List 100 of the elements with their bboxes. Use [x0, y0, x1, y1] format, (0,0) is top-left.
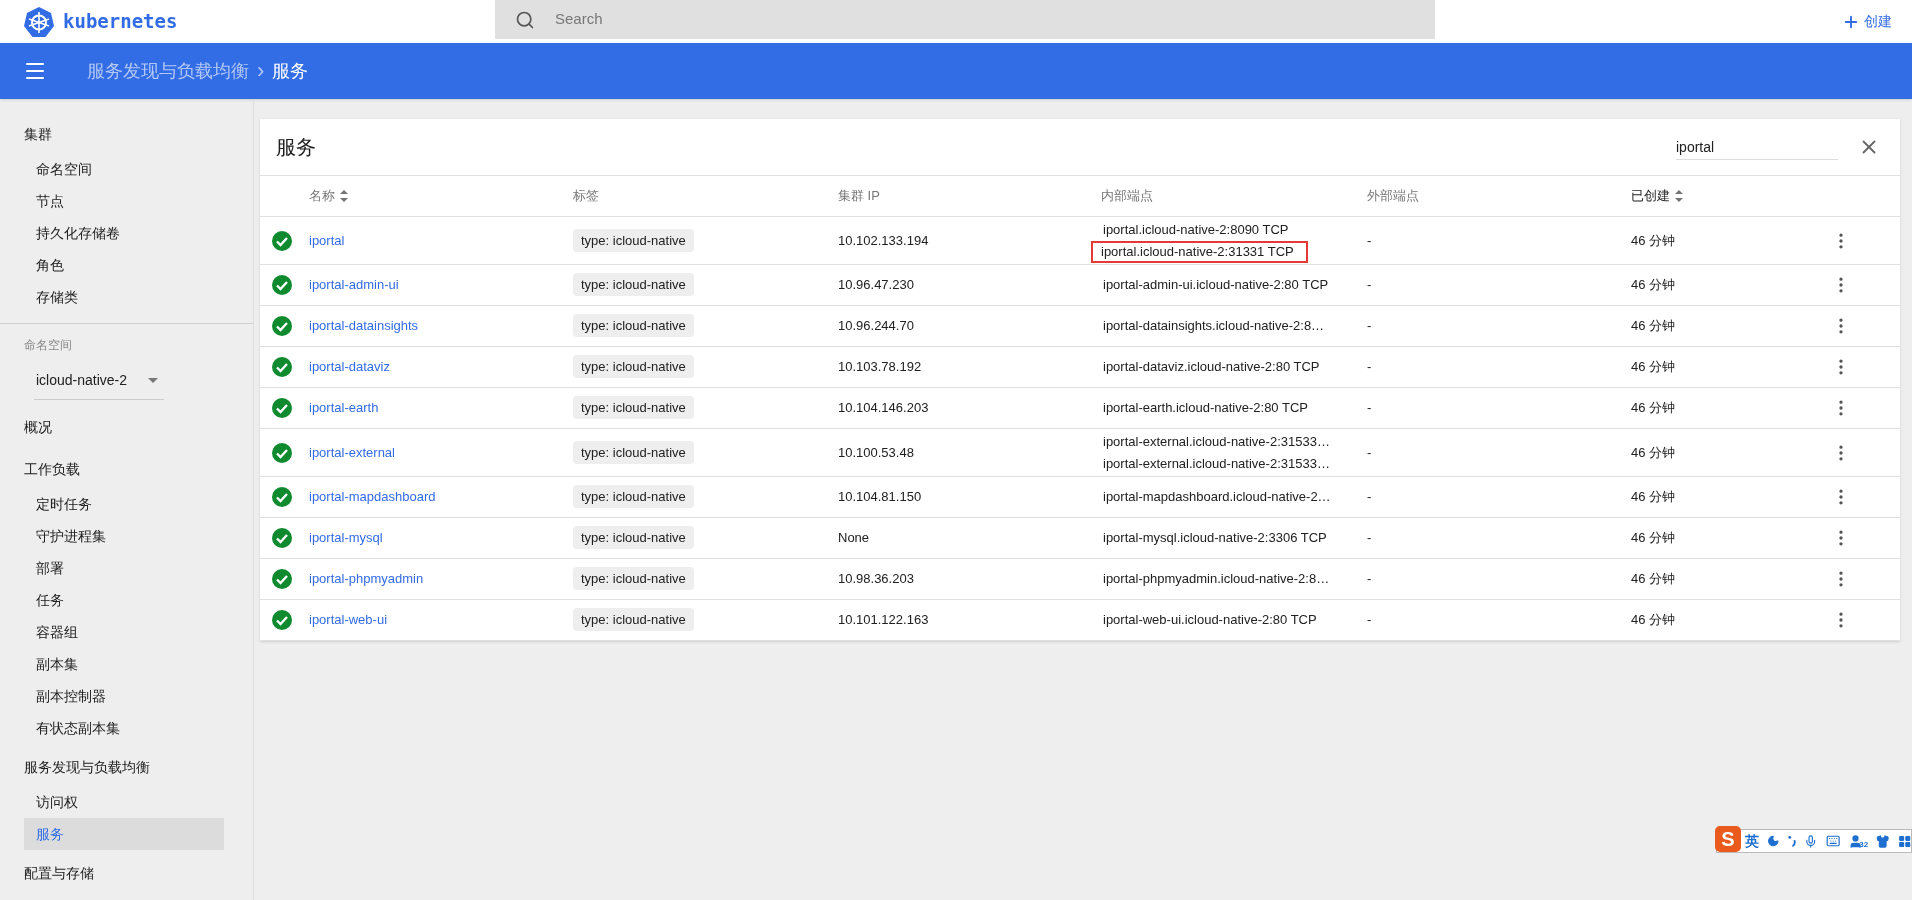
- service-link[interactable]: iportal-admin-ui: [309, 277, 399, 293]
- filter-field[interactable]: iportal: [1676, 134, 1838, 160]
- endpoint-text: iportal.icloud-native-2:8090 TCP: [1102, 220, 1290, 239]
- endpoint-text: iportal-phpmyadmin.icloud-native-2:8…: [1102, 570, 1331, 588]
- search-icon: [515, 9, 535, 30]
- moon-icon[interactable]: [1767, 834, 1780, 848]
- endpoint-text: iportal-earth.icloud-native-2:80 TCP: [1102, 399, 1309, 417]
- service-link[interactable]: iportal-earth: [309, 400, 379, 416]
- label-chip: type: icloud-native: [573, 608, 694, 632]
- sort-icon[interactable]: [1674, 189, 1684, 203]
- endpoint-text: iportal-mysql.icloud-native-2:3306 TCP: [1102, 529, 1328, 547]
- namespace-label: 命名空间: [23, 337, 73, 354]
- sidebar-item[interactable]: 访问权: [24, 786, 224, 818]
- external-endpoint: -: [1367, 359, 1372, 375]
- sidebar-item[interactable]: 任务: [24, 584, 224, 616]
- external-endpoint: -: [1367, 489, 1372, 505]
- endpoint-text: iportal.icloud-native-2:31331 TCP: [1091, 240, 1308, 263]
- label-chip: type: icloud-native: [573, 355, 694, 379]
- label-chip: type: icloud-native: [573, 228, 694, 252]
- sort-icon[interactable]: [339, 189, 349, 203]
- sidebar-section[interactable]: 工作负载: [0, 450, 253, 488]
- sidebar-item[interactable]: 节点: [24, 185, 224, 217]
- service-link[interactable]: iportal-mapdashboard: [309, 489, 436, 505]
- shirt-icon[interactable]: [1876, 833, 1890, 849]
- created-age: 46 分钟: [1631, 277, 1676, 293]
- created-age: 46 分钟: [1631, 318, 1676, 334]
- endpoint-text: iportal-dataviz.icloud-native-2:80 TCP: [1102, 358, 1321, 376]
- endpoint-text: iportal-admin-ui.icloud-native-2:80 TCP: [1102, 276, 1330, 294]
- label-chip: type: icloud-native: [573, 396, 694, 420]
- sidebar-section[interactable]: 服务发现与负载均衡: [0, 748, 253, 786]
- search-field[interactable]: Search: [555, 8, 1415, 31]
- create-button[interactable]: 创建: [1842, 11, 1892, 32]
- external-endpoint: -: [1367, 318, 1372, 334]
- service-link[interactable]: iportal-datainsights: [309, 318, 419, 334]
- cluster-ip: 10.104.81.150: [838, 489, 922, 505]
- sidebar-section[interactable]: 概况: [0, 408, 253, 446]
- sidebar-item[interactable]: 存储类: [24, 281, 224, 313]
- sidebar-item[interactable]: 持久化存储卷: [24, 217, 224, 249]
- service-link[interactable]: iportal-phpmyadmin: [309, 571, 424, 587]
- ime-logo[interactable]: S: [1715, 826, 1741, 852]
- external-endpoint: -: [1367, 444, 1372, 460]
- label-chip: type: icloud-native: [573, 314, 694, 338]
- created-age: 46 分钟: [1631, 400, 1676, 416]
- column-header: 外部端点: [1367, 187, 1419, 206]
- endpoint-text: iportal-datainsights.icloud-native-2:8…: [1102, 317, 1326, 335]
- column-header: 集群 IP: [838, 187, 880, 206]
- label-chip: type: icloud-native: [573, 485, 694, 509]
- created-age: 46 分钟: [1631, 530, 1676, 546]
- endpoint-text: iportal-mapdashboard.icloud-native-2…: [1102, 488, 1332, 506]
- sidebar-item[interactable]: 命名空间: [24, 153, 224, 185]
- ime-mode[interactable]: 英: [1745, 830, 1759, 852]
- service-link[interactable]: iportal-mysql: [309, 530, 383, 546]
- external-endpoint: -: [1367, 232, 1372, 248]
- sidebar-item[interactable]: 副本控制器: [24, 680, 224, 712]
- dropdown-arrow-icon: [148, 378, 158, 383]
- endpoint-text: iportal-external.icloud-native-2:31533…: [1102, 454, 1331, 473]
- cluster-ip: 10.103.78.192: [838, 359, 922, 375]
- created-age: 46 分钟: [1631, 489, 1676, 505]
- endpoint-text: iportal-web-ui.icloud-native-2:80 TCP: [1102, 611, 1318, 629]
- external-endpoint: -: [1367, 277, 1372, 293]
- sidebar-section[interactable]: 配置与存储: [0, 854, 253, 892]
- created-age: 46 分钟: [1631, 359, 1676, 375]
- namespace-dropdown[interactable]: icloud-native-2: [34, 362, 164, 400]
- label-chip: type: icloud-native: [573, 273, 694, 297]
- keyboard-icon[interactable]: [1825, 833, 1841, 849]
- grid-icon[interactable]: [1897, 833, 1911, 849]
- punctuation-icon[interactable]: [1787, 834, 1797, 848]
- column-header[interactable]: 已创建: [1631, 186, 1670, 206]
- label-chip: type: icloud-native: [573, 567, 694, 591]
- cluster-ip: 10.96.244.70: [838, 318, 914, 334]
- label-chip: type: icloud-native: [573, 526, 694, 550]
- microphone-icon[interactable]: [1804, 833, 1818, 849]
- sidebar-item[interactable]: 角色: [24, 249, 224, 281]
- cluster-ip: 10.104.146.203: [838, 400, 929, 416]
- service-link[interactable]: iportal-external: [309, 444, 395, 460]
- search-bar[interactable]: Search: [495, 0, 1435, 39]
- sidebar-item[interactable]: 容器组: [24, 616, 224, 648]
- cluster-ip: 10.101.122.163: [838, 612, 929, 628]
- created-age: 46 分钟: [1631, 612, 1676, 628]
- cluster-ip: 10.98.36.203: [838, 571, 914, 587]
- sidebar-item[interactable]: 守护进程集: [24, 520, 224, 552]
- brand-name[interactable]: kubernetes: [63, 7, 178, 36]
- kubernetes-logo-icon: [23, 5, 55, 38]
- sidebar-item[interactable]: 定时任务: [24, 488, 224, 520]
- sidebar-item[interactable]: 部署: [24, 552, 224, 584]
- endpoint-text: iportal-external.icloud-native-2:31533…: [1102, 432, 1331, 451]
- breadcrumb-current: 服务: [272, 59, 309, 83]
- cluster-ip: 10.96.47.230: [838, 277, 914, 293]
- sidebar-item[interactable]: 有状态副本集: [24, 712, 224, 744]
- service-link[interactable]: iportal-dataviz: [309, 359, 390, 375]
- external-endpoint: -: [1367, 530, 1372, 546]
- column-header[interactable]: 名称: [309, 186, 335, 206]
- service-link[interactable]: iportal: [309, 232, 345, 248]
- cluster-ip: 10.100.53.48: [838, 444, 914, 460]
- sidebar-section[interactable]: 集群: [0, 115, 253, 153]
- external-endpoint: -: [1367, 400, 1372, 416]
- sidebar-item[interactable]: 服务: [24, 818, 224, 850]
- column-header: 内部端点: [1101, 187, 1153, 206]
- sidebar-item[interactable]: 副本集: [24, 648, 224, 680]
- service-link[interactable]: iportal-web-ui: [309, 612, 388, 628]
